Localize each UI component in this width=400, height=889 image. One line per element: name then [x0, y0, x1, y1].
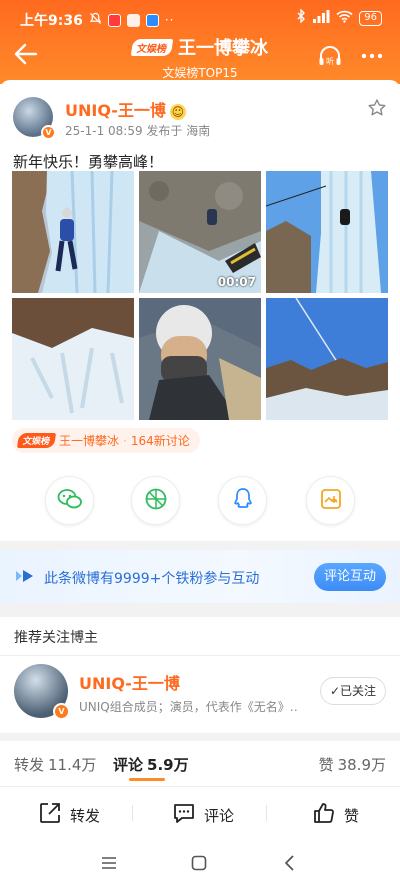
tab-repost-label: 转发	[14, 756, 45, 774]
topic-separator: ·	[123, 433, 127, 448]
like-button[interactable]: 赞	[312, 801, 359, 829]
active-tab-indicator	[129, 778, 165, 781]
divider	[132, 805, 133, 821]
more-notifications-icon: ··	[164, 13, 175, 27]
post-text: 新年快乐！勇攀高峰！	[13, 153, 164, 171]
recommended-user-desc: UNIQ组合成员；演员，代表作《无名》…	[79, 700, 299, 714]
listen-headphone-icon[interactable]: 听	[316, 42, 344, 70]
fan-banner-text: 此条微博有9999+个铁粉参与互动	[44, 571, 260, 587]
comment-interact-button[interactable]: 评论互动	[313, 563, 386, 591]
tab-comment-count: 5.9万	[147, 756, 189, 774]
app-notification-icon	[145, 13, 159, 27]
post-photo[interactable]	[266, 171, 388, 293]
section-divider	[0, 733, 400, 741]
moments-icon	[144, 487, 168, 515]
repost-button[interactable]: 转发	[38, 801, 100, 829]
share-moments-button[interactable]	[131, 476, 180, 525]
topic-name: 王一博攀冰	[59, 434, 120, 448]
bluetooth-icon	[296, 8, 306, 27]
comment-button[interactable]: 评论	[172, 801, 234, 829]
verified-badge-icon: V	[53, 703, 70, 720]
followed-label: 已关注	[340, 684, 377, 698]
video-duration: 00:07	[217, 275, 256, 289]
interaction-tabs: 转发 11.4万 评论 5.9万 赞 38.9万	[0, 741, 400, 787]
system-navigation-bar	[0, 841, 400, 889]
author-name[interactable]: UNIQ-王一博 ☺	[65, 97, 186, 121]
post-photo[interactable]	[266, 298, 388, 420]
like-label: 赞	[344, 806, 360, 825]
signal-icon	[312, 9, 330, 27]
app-notification-icon	[126, 13, 140, 27]
more-options-icon[interactable]	[358, 42, 386, 70]
page-title: 王一博攀冰	[178, 38, 268, 59]
topic-pill[interactable]: 文娱榜 王一博攀冰 · 164新讨论	[12, 428, 200, 453]
battery-indicator: 96	[359, 10, 382, 26]
save-image-button[interactable]	[306, 476, 355, 525]
post-photo[interactable]	[139, 298, 261, 420]
top-header: 上午9:36 ·· 96 文娱榜 王一博攀冰 文娱榜TOP15 听	[0, 0, 400, 84]
repost-label: 转发	[70, 806, 101, 825]
post-meta: 25-1-1 08:59 发布于 海南	[65, 124, 211, 138]
status-bar: 上午9:36 ·· 96	[0, 0, 400, 34]
tab-like-count: 38.9万	[337, 756, 386, 774]
back-triangle-icon[interactable]	[283, 855, 295, 875]
fan-badge-icon: ☺	[169, 104, 186, 120]
tab-repost[interactable]: 转发 11.4万	[14, 754, 96, 775]
repost-icon	[38, 801, 62, 829]
divider	[266, 805, 267, 821]
comment-label: 评论	[204, 806, 235, 825]
post-photo[interactable]	[12, 171, 134, 293]
topic-count: 164新讨论	[130, 434, 190, 448]
menu-icon[interactable]	[101, 855, 117, 875]
followed-button[interactable]: ✓已关注	[320, 677, 386, 705]
listen-label: 听	[326, 57, 334, 66]
author-avatar[interactable]: V	[13, 97, 56, 140]
recommend-section-title: 推荐关注博主	[14, 630, 98, 646]
post-photo[interactable]	[12, 298, 134, 420]
bottom-action-bar: 转发 评论 赞	[0, 788, 400, 838]
post-card: V UNIQ-王一博 ☺ 25-1-1 08:59 发布于 海南 新年快乐！勇攀高…	[0, 80, 400, 541]
section-divider	[0, 541, 400, 550]
thumbs-up-icon	[312, 801, 336, 829]
save-image-icon	[320, 488, 342, 514]
ranking-tag: 文娱榜	[130, 38, 174, 56]
tab-comment-label: 评论	[113, 756, 144, 774]
check-icon: ✓	[329, 684, 341, 698]
recommended-user-name[interactable]: UNIQ-王一博	[79, 670, 180, 694]
status-time: 上午9:36	[20, 13, 83, 29]
topic-ranking-tag: 文娱榜	[16, 433, 57, 448]
author-name-text: UNIQ-王一博	[65, 101, 166, 120]
share-row	[0, 476, 400, 526]
fan-banner-icon	[14, 568, 36, 584]
tab-like[interactable]: 赞 38.9万	[319, 754, 386, 775]
post-video-thumbnail[interactable]: 00:07	[139, 171, 261, 293]
section-divider	[0, 603, 400, 617]
tab-repost-count: 11.4万	[48, 756, 97, 774]
wechat-icon	[57, 488, 83, 514]
tab-like-label: 赞	[318, 756, 334, 774]
qq-icon	[232, 487, 254, 515]
divider	[0, 655, 400, 656]
comment-icon	[172, 801, 196, 829]
app-notification-icon	[107, 13, 121, 27]
tab-comment[interactable]: 评论 5.9万	[113, 754, 189, 775]
home-square-icon[interactable]	[191, 855, 207, 875]
fan-interaction-banner: 此条微博有9999+个铁粉参与互动 评论互动	[0, 550, 400, 603]
share-qq-button[interactable]	[218, 476, 267, 525]
bell-off-icon	[89, 12, 102, 29]
share-wechat-button[interactable]	[45, 476, 94, 525]
verified-badge-icon: V	[41, 125, 56, 140]
wifi-icon	[336, 10, 353, 27]
recommended-user-avatar[interactable]: V	[14, 664, 70, 720]
favorite-star-icon[interactable]	[367, 98, 387, 118]
